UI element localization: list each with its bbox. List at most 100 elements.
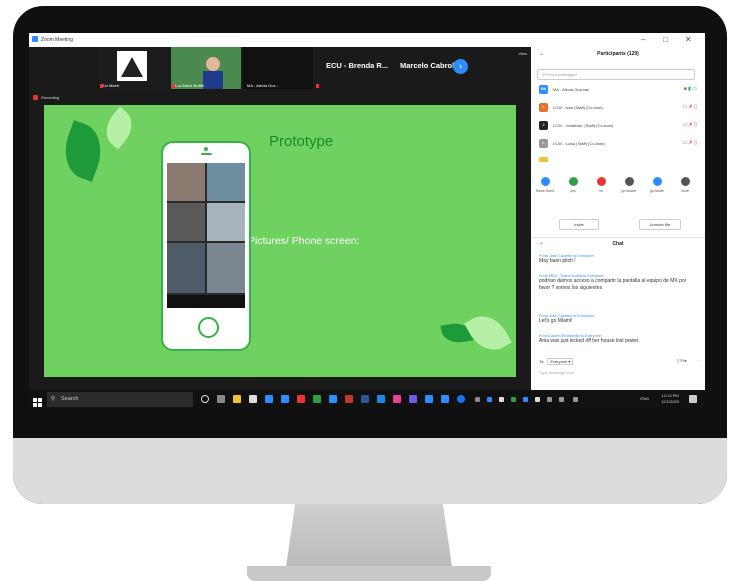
participant-row[interactable]: MA MA - Alexia Guzman ■ ▮ ▭	[539, 84, 697, 95]
participant-name-tile[interactable]: Marcelo Cabrol	[400, 61, 454, 70]
screen: Zoom Meeting – □ ✕ Ux Meetr Luz Marie Bu…	[29, 33, 705, 409]
cortana-icon[interactable]	[201, 395, 209, 403]
participant-row[interactable]: L LCW - Luisa (Staff) (Co-host) ▭ ✗ ▯	[539, 138, 697, 149]
title-bar: Zoom Meeting – □ ✕	[29, 33, 705, 47]
maximize-icon[interactable]: □	[663, 35, 668, 44]
avatar: MA	[539, 85, 548, 94]
participant-row[interactable]: J LCW - Jonathan- (Staff) (Co-host) ▭ ✗ …	[539, 120, 697, 131]
phone-screen	[167, 163, 245, 308]
notifications-icon[interactable]	[689, 395, 697, 403]
action-label: no	[599, 189, 603, 193]
go-faster-button[interactable]: go faster	[643, 177, 671, 193]
photo-thumbnail	[207, 243, 245, 293]
participant-tile[interactable]: Ux Meetr	[99, 47, 169, 89]
side-panel: ⌄ Participants (129) ⚲ Find a participan…	[531, 47, 705, 390]
file-button[interactable]: ▯ File	[677, 358, 687, 363]
word-icon[interactable]	[361, 395, 369, 403]
more-button[interactable]: more	[671, 177, 699, 193]
participant-tile[interactable]: MA - Alexia Guz...	[243, 47, 313, 89]
excel-icon[interactable]	[313, 395, 321, 403]
raise-hand-button[interactable]: Raise Hand	[531, 177, 559, 193]
action-label: go slower	[621, 189, 637, 193]
taskbar-search-input[interactable]: ⚲ Search	[47, 392, 193, 407]
yes-button[interactable]: yes	[559, 177, 587, 193]
tray-icon[interactable]	[511, 397, 516, 402]
volume-icon[interactable]	[559, 397, 564, 402]
more-icon	[680, 177, 690, 186]
photo-thumbnail	[167, 203, 205, 241]
go-slower-button[interactable]: go slower	[615, 177, 643, 193]
clock-time: 12:13 PM	[661, 393, 679, 398]
tray-icon[interactable]	[499, 397, 504, 402]
recipient-select[interactable]: Everyone ▾	[547, 358, 574, 365]
participant-name: Luz Marie Buffer	[175, 83, 205, 88]
action-label: yes	[570, 189, 576, 193]
chrome-icon[interactable]	[457, 395, 465, 403]
camera-icon	[204, 147, 208, 151]
chat-input[interactable]: Type message here...	[539, 370, 577, 375]
language-indicator[interactable]: ENG	[640, 396, 649, 401]
chat-text: Ania was just kicked off her house lost …	[539, 338, 640, 344]
search-icon: ⚲	[51, 396, 56, 402]
participant-row[interactable]	[539, 156, 697, 162]
edge-icon[interactable]	[265, 395, 273, 403]
invite-button[interactable]: Invite	[559, 219, 599, 230]
photo-thumbnail	[207, 203, 245, 241]
shared-slide: Prototype Pictures/ Phone screen:	[44, 105, 516, 377]
next-page-button[interactable]: ›	[453, 59, 468, 74]
leaf-graphic	[98, 106, 140, 150]
avatar	[539, 157, 548, 162]
search-placeholder: Find a participant	[546, 72, 577, 77]
meeting-view: Ux Meetr Luz Marie Buffer MA - Alexia Gu…	[29, 47, 531, 390]
participant-name: LCW - Luisa (Staff) (Co-host)	[553, 141, 605, 146]
record-icon	[33, 95, 38, 101]
view-button[interactable]: View	[518, 51, 527, 56]
participant-row[interactable]: L LCW - Ivan (Staff) (Co-host) ▭ ✗ ▯	[539, 102, 697, 113]
zoom-icon[interactable]	[329, 395, 337, 403]
tray-chevron-icon[interactable]	[475, 397, 480, 402]
recording-indicator[interactable]: Recording	[33, 95, 59, 101]
chat-recipient-row: To: Everyone ▾	[539, 358, 574, 365]
mail-icon[interactable]	[281, 395, 289, 403]
slide-title: Prototype	[269, 133, 334, 150]
browser-icon[interactable]	[377, 395, 385, 403]
teams-icon[interactable]	[409, 395, 417, 403]
slower-icon	[624, 177, 634, 186]
monitor-stand	[285, 504, 453, 574]
app-icon[interactable]	[297, 395, 305, 403]
tray-icon[interactable]	[487, 397, 492, 402]
avatar: L	[539, 103, 548, 112]
zoom-logo-icon	[32, 36, 38, 42]
edit-icon[interactable]	[573, 397, 578, 402]
file-explorer-icon[interactable]	[233, 395, 241, 403]
task-view-icon[interactable]	[217, 395, 225, 403]
close-icon[interactable]: ✕	[685, 35, 692, 44]
to-label: To:	[539, 359, 545, 364]
unmute-me-button[interactable]: Unmute Me	[639, 219, 681, 230]
participant-search-input[interactable]: ⚲ Find a participant	[537, 69, 695, 80]
participant-name-tile[interactable]: ECU - Brenda R...	[326, 61, 388, 70]
participant-name: MA - Alexia Guz...	[247, 83, 279, 88]
store-icon[interactable]	[249, 395, 257, 403]
phone-toolbar	[167, 295, 245, 308]
chat-message: From Jose Caceres to Everyone: Let's go …	[539, 314, 697, 325]
chat-message: From Jose Caceres to Everyone: May buen …	[539, 254, 697, 265]
leaf-graphic	[56, 120, 110, 182]
tray-icon[interactable]	[535, 397, 540, 402]
app-icon[interactable]	[441, 395, 449, 403]
outlook-icon[interactable]	[425, 395, 433, 403]
minimize-icon[interactable]: –	[641, 35, 645, 44]
windows-start-icon[interactable]	[33, 394, 42, 407]
file-label: File	[680, 358, 687, 363]
tray-icon[interactable]	[523, 397, 528, 402]
monitor-chin	[13, 438, 727, 504]
app-icon[interactable]	[393, 395, 401, 403]
chat-more-icon[interactable]: ···	[697, 358, 701, 363]
no-button[interactable]: no	[587, 177, 615, 193]
x-icon	[596, 177, 606, 186]
network-icon[interactable]	[547, 397, 552, 402]
chat-text: podrian darnos acceso a compartir la pan…	[539, 278, 687, 291]
clock[interactable]: 12:13 PM 12/1/2020	[661, 393, 679, 405]
powerpoint-icon[interactable]	[345, 395, 353, 403]
participant-tile[interactable]: Luz Marie Buffer	[171, 47, 241, 89]
